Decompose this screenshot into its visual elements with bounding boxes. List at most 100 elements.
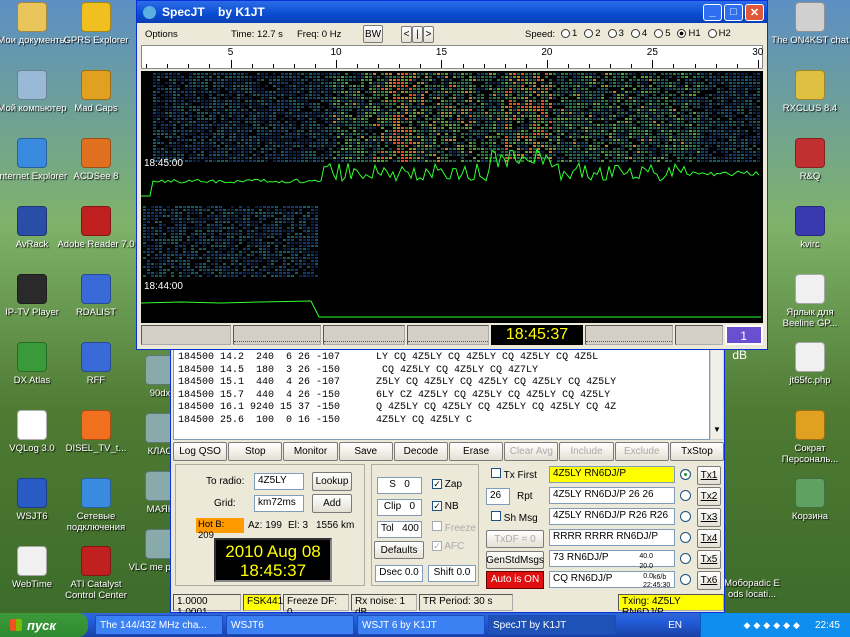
next-button[interactable]: > — [423, 26, 434, 43]
rpt-field[interactable]: 26 — [486, 488, 510, 505]
log-line[interactable]: 184500 15.7 440 4 26 -150 6LY CZ 4Z5LY C… — [178, 390, 705, 403]
toolbar-log-qso-button[interactable]: Log QSO — [173, 442, 228, 461]
bw-button[interactable]: BW — [363, 25, 383, 43]
defaults-button[interactable]: Defaults — [374, 541, 424, 559]
speed-option[interactable]: 1 — [561, 28, 577, 39]
zero-slider[interactable] — [233, 325, 321, 345]
close-icon[interactable]: ✕ — [745, 3, 764, 21]
options-menu[interactable]: Options — [145, 29, 178, 40]
level1-slider[interactable] — [585, 325, 673, 345]
tx-radio[interactable] — [680, 574, 691, 585]
specjt-titlebar[interactable]: SpecJT by K1JT _ □ ✕ — [137, 1, 767, 23]
log-line[interactable]: 184500 16.1 9240 15 37 -150 Q 4Z5LY CQ 4… — [178, 402, 705, 415]
tx-first-checkbox[interactable]: Tx First — [491, 468, 537, 481]
log-line[interactable]: 184500 14.2 240 6 26 -107 LY CQ 4Z5LY CQ… — [178, 352, 705, 365]
toolbar-exclude-button[interactable]: Exclude — [614, 442, 669, 461]
dsec-field[interactable]: Dsec 0.0 — [375, 565, 423, 582]
desktop-item-r-5[interactable]: jt65fc.php — [770, 342, 850, 386]
log-scrollbar[interactable]: ▼ — [710, 348, 724, 440]
tx-message-field[interactable]: 4Z5LY RN6DJ/P R26 R26 — [549, 508, 675, 525]
tx-radio[interactable] — [680, 553, 691, 564]
desktop-item-b-0[interactable]: GPRS Explorer — [56, 2, 136, 46]
level2-slider[interactable] — [675, 325, 723, 345]
to-radio-field[interactable]: 4Z5LY — [254, 473, 304, 490]
shift-field[interactable]: Shift 0.0 — [428, 565, 476, 582]
start-button[interactable]: пуск — [0, 613, 88, 637]
gain-slider[interactable] — [141, 325, 231, 345]
log-line[interactable]: 184500 15.1 440 4 26 -107 Z5LY CQ 4Z5LY … — [178, 377, 705, 390]
speed-radio[interactable] — [707, 29, 717, 38]
clip-field[interactable]: Clip 0 — [377, 499, 422, 516]
toolbar-txstop-button[interactable]: TxStop — [669, 442, 725, 461]
speed-option[interactable]: 2 — [584, 28, 601, 39]
desktop-item-r-4[interactable]: Ярлык для Beeline GP... — [770, 274, 850, 329]
speed-option[interactable]: H1 — [677, 28, 701, 39]
log-line[interactable]: 184500 14.5 180 3 26 -150 CQ 4Z5LY CQ 4Z… — [178, 365, 705, 378]
toolbar-monitor-button[interactable]: Monitor — [283, 442, 338, 461]
prev-button[interactable]: < — [401, 26, 412, 43]
desktop-item-r-2[interactable]: R&Q — [770, 138, 850, 182]
auto-button[interactable]: Auto is ON — [486, 571, 544, 589]
toolbar-clear-avg-button[interactable]: Clear Avg — [504, 442, 559, 461]
maximize-button[interactable]: □ — [724, 3, 743, 21]
desktop-item-b-2[interactable]: ACDSee 8 — [56, 138, 136, 182]
toolbar-save-button[interactable]: Save — [338, 442, 393, 461]
desktop-item-b-4[interactable]: RDALIST — [56, 274, 136, 318]
speed-option[interactable]: 5 — [654, 28, 670, 39]
desktop-item-r-3[interactable]: kvirc — [770, 206, 850, 250]
afc-checkbox[interactable]: ✓ AFC — [432, 541, 464, 552]
toolbar-include-button[interactable]: Include — [559, 442, 614, 461]
add-button[interactable]: Add — [312, 494, 352, 513]
desktop-item-r-1[interactable]: RXCLUS 8.4 — [770, 70, 850, 114]
tx-message-field[interactable]: 73 RN6DJ/P — [549, 550, 675, 567]
tx2-button[interactable]: Tx2 — [697, 487, 721, 506]
toolbar-decode-button[interactable]: Decode — [393, 442, 449, 461]
desktop-item-b-3[interactable]: Adobe Reader 7.0 — [56, 206, 136, 250]
sh-msg-checkbox[interactable]: Sh Msg — [491, 511, 538, 524]
s-field[interactable]: S 0 — [377, 477, 422, 494]
speed-radio[interactable] — [584, 29, 594, 38]
freeze-checkbox[interactable]: Freeze — [432, 521, 476, 534]
center-button[interactable]: | — [412, 26, 423, 43]
tx-radio[interactable] — [680, 469, 691, 480]
speed-radio[interactable] — [677, 29, 687, 38]
speed-radio[interactable] — [654, 29, 664, 38]
minimize-button[interactable]: _ — [703, 3, 722, 21]
decoded-text-area[interactable]: 184500 14.2 240 6 26 -107 LY CQ 4Z5LY CQ… — [173, 348, 710, 440]
speed-radio[interactable] — [561, 29, 570, 38]
speed-radio[interactable] — [607, 29, 617, 38]
tx4-button[interactable]: Tx4 — [697, 529, 721, 548]
desktop-item-r-0[interactable]: The ON4KST chat — [770, 2, 850, 46]
taskbar-item[interactable]: WSJT 6 by K1JT — [357, 615, 485, 635]
speed-option[interactable]: H2 — [707, 28, 731, 39]
tray-icons[interactable]: ◆◆◆◆◆◆ — [743, 620, 803, 631]
tx-message-field[interactable]: 4Z5LY RN6DJ/P 26 26 — [549, 487, 675, 504]
txdf-button[interactable]: TxDF = 0 — [486, 530, 544, 548]
toolbar-stop-button[interactable]: Stop — [228, 442, 283, 461]
tx-radio[interactable] — [680, 511, 691, 522]
tx-message-field[interactable]: 4Z5LY RN6DJ/P — [549, 466, 675, 483]
speed-option[interactable]: 3 — [607, 28, 624, 39]
grid-field[interactable]: km72ms — [254, 495, 304, 512]
language-indicator[interactable]: EN — [668, 620, 682, 631]
tx-radio[interactable] — [680, 532, 691, 543]
tol-field[interactable]: Tol 400 — [377, 521, 422, 538]
tx-radio[interactable] — [680, 490, 691, 501]
taskbar-item[interactable]: The 144/432 MHz cha... — [95, 615, 223, 635]
speed-option[interactable]: 4 — [630, 28, 647, 39]
tx5-button[interactable]: Tx5 — [697, 550, 721, 569]
taskbar-item[interactable]: SpecJT by K1JT — [488, 615, 616, 635]
toolbar-erase-button[interactable]: Erase — [449, 442, 504, 461]
desktop-item-extra[interactable]: Мобораdic E ods locati... — [712, 578, 792, 600]
waterfall-display[interactable]: 18:45:0018:44:00 — [141, 71, 763, 323]
genstdmsgs-button[interactable]: GenStdMsgs — [486, 551, 544, 569]
log-line[interactable]: 184500 25.6 100 0 16 -150 4Z5LY CQ 4Z5LY… — [178, 415, 705, 428]
speed-radio[interactable] — [630, 29, 640, 38]
desktop-item-r-7[interactable]: Корзина — [770, 478, 850, 522]
lookup-button[interactable]: Lookup — [312, 472, 352, 491]
zap-checkbox[interactable]: ✓ Zap — [432, 479, 462, 490]
tx1-button[interactable]: Tx1 — [697, 466, 721, 485]
contrast-slider[interactable] — [407, 325, 489, 345]
nb-checkbox[interactable]: ✓ NB — [432, 501, 459, 512]
desktop-item-b-1[interactable]: Mad Caps — [56, 70, 136, 114]
